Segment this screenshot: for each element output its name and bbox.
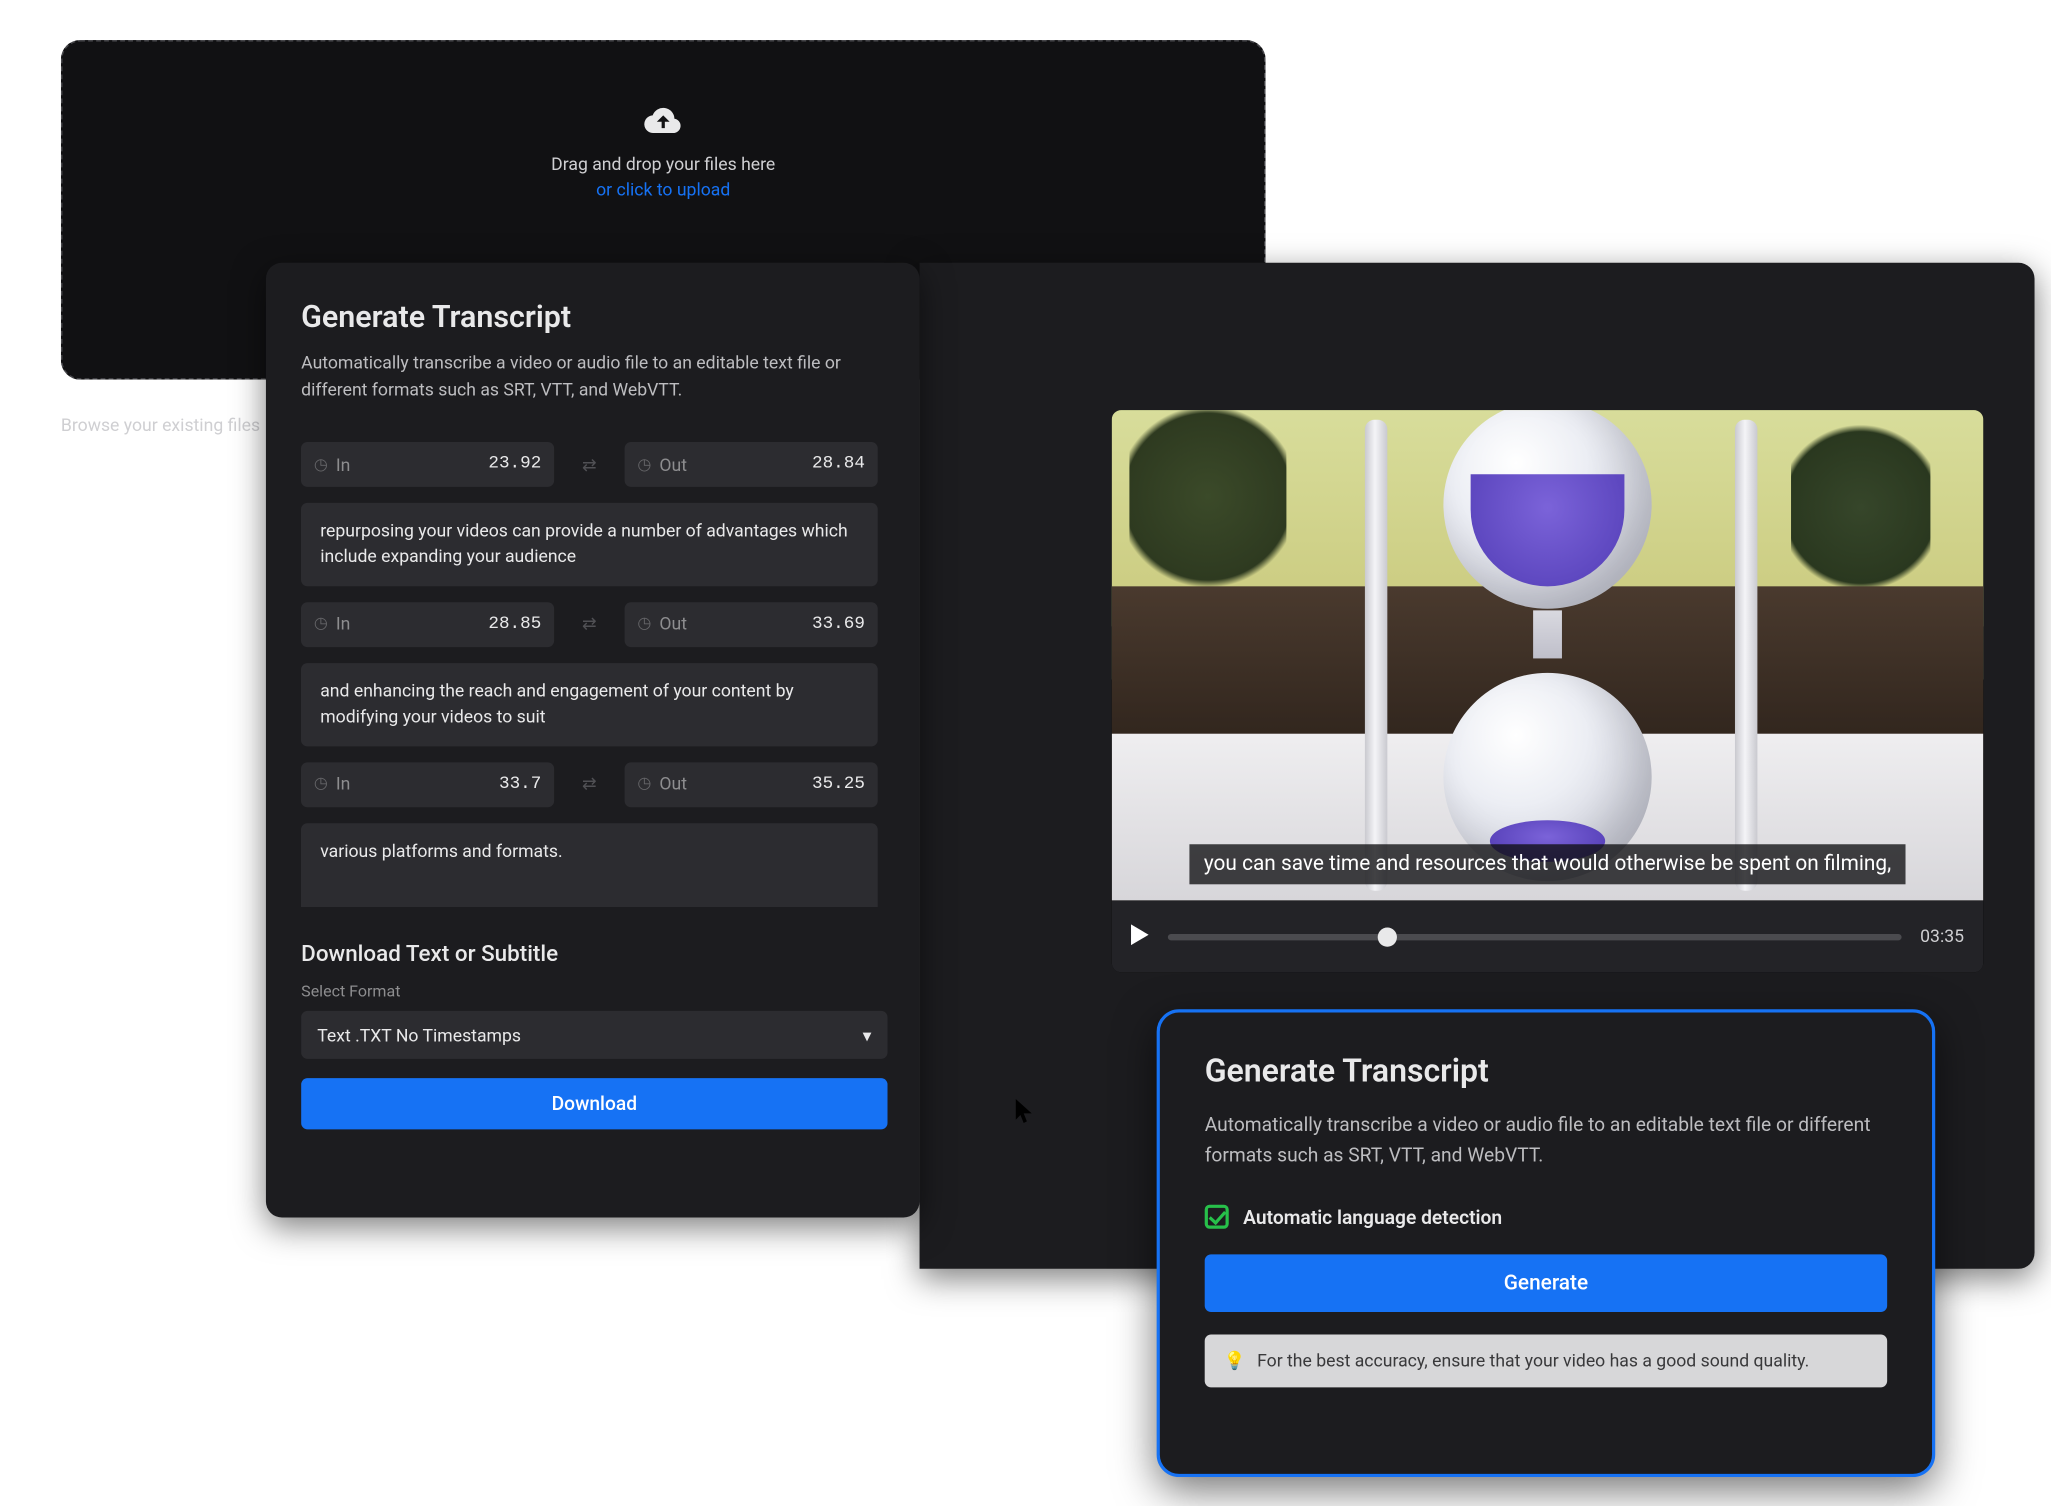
browse-existing-link[interactable]: Browse your existing files: [61, 415, 260, 436]
video-player: you can save time and resources that wou…: [1112, 410, 1983, 972]
timestamp-separator-icon: ⇄: [577, 762, 603, 807]
auto-detect-row[interactable]: Automatic language detection: [1205, 1205, 1887, 1229]
format-selected-value: Text .TXT No Timestamps: [317, 1024, 521, 1045]
clock-icon: ◷: [638, 616, 652, 634]
upload-click-link[interactable]: or click to upload: [596, 179, 730, 200]
lightbulb-icon: 💡: [1224, 1351, 1246, 1372]
timestamp-separator-icon: ⇄: [577, 442, 603, 487]
clock-icon: ◷: [638, 776, 652, 794]
video-caption: you can save time and resources that wou…: [1189, 844, 1905, 884]
download-button[interactable]: Download: [301, 1078, 887, 1129]
format-select[interactable]: Text .TXT No Timestamps ▾: [301, 1011, 887, 1059]
segment-text[interactable]: various platforms and formats.: [301, 823, 878, 907]
generate-description: Automatically transcribe a video or audi…: [1205, 1110, 1887, 1170]
seek-bar[interactable]: [1168, 933, 1901, 939]
panel-title: Generate Transcript: [301, 298, 887, 335]
clock-icon: ◷: [314, 456, 328, 474]
panel-description: Automatically transcribe a video or audi…: [301, 351, 878, 404]
in-timestamp-field[interactable]: ◷ In 33.7: [301, 762, 554, 807]
checkbox-checked-icon[interactable]: [1205, 1205, 1229, 1229]
format-select-label: Select Format: [301, 984, 887, 1002]
cloud-upload-icon: [644, 104, 682, 144]
video-duration: 03:35: [1920, 926, 1964, 947]
segment-text[interactable]: and enhancing the reach and engagement o…: [301, 663, 878, 746]
in-timestamp-field[interactable]: ◷ In 23.92: [301, 442, 554, 487]
clock-icon: ◷: [314, 776, 328, 794]
video-frame[interactable]: you can save time and resources that wou…: [1112, 410, 1983, 900]
accuracy-tip: 💡 For the best accuracy, ensure that you…: [1205, 1335, 1887, 1388]
out-timestamp-field[interactable]: ◷ Out 35.25: [625, 762, 878, 807]
generate-transcript-card: Generate Transcript Automatically transc…: [1157, 1009, 1936, 1477]
segment-timestamps: ◷ In 23.92 ⇄ ◷ Out 28.84: [301, 442, 878, 487]
upload-drag-text: Drag and drop your files here: [551, 154, 775, 175]
generate-title: Generate Transcript: [1205, 1051, 1887, 1089]
transcript-editor-panel: Generate Transcript Automatically transc…: [266, 263, 920, 1218]
upload-dropzone[interactable]: Drag and drop your files here or click t…: [61, 40, 1266, 264]
out-timestamp-field[interactable]: ◷ Out 33.69: [625, 602, 878, 647]
segment-timestamps: ◷ In 33.7 ⇄ ◷ Out 35.25: [301, 762, 878, 807]
download-section-title: Download Text or Subtitle: [301, 942, 887, 968]
tip-text: For the best accuracy, ensure that your …: [1257, 1351, 1809, 1372]
clock-icon: ◷: [314, 616, 328, 634]
segment-timestamps: ◷ In 28.85 ⇄ ◷ Out 33.69: [301, 602, 878, 647]
clock-icon: ◷: [638, 456, 652, 474]
out-timestamp-field[interactable]: ◷ Out 28.84: [625, 442, 878, 487]
generate-button[interactable]: Generate: [1205, 1255, 1887, 1313]
transcript-segments-list[interactable]: ◷ In 23.92 ⇄ ◷ Out 28.84 repurposing you…: [301, 426, 887, 907]
auto-detect-label: Automatic language detection: [1243, 1206, 1502, 1228]
video-thumbnail-scene: [1112, 410, 1983, 900]
segment-text[interactable]: repurposing your videos can provide a nu…: [301, 503, 878, 586]
timestamp-separator-icon: ⇄: [577, 602, 603, 647]
video-controls: 03:35: [1112, 900, 1983, 972]
in-timestamp-field[interactable]: ◷ In 28.85: [301, 602, 554, 647]
chevron-down-icon: ▾: [863, 1024, 872, 1045]
seek-thumb[interactable]: [1378, 927, 1397, 946]
play-button[interactable]: [1131, 924, 1149, 950]
